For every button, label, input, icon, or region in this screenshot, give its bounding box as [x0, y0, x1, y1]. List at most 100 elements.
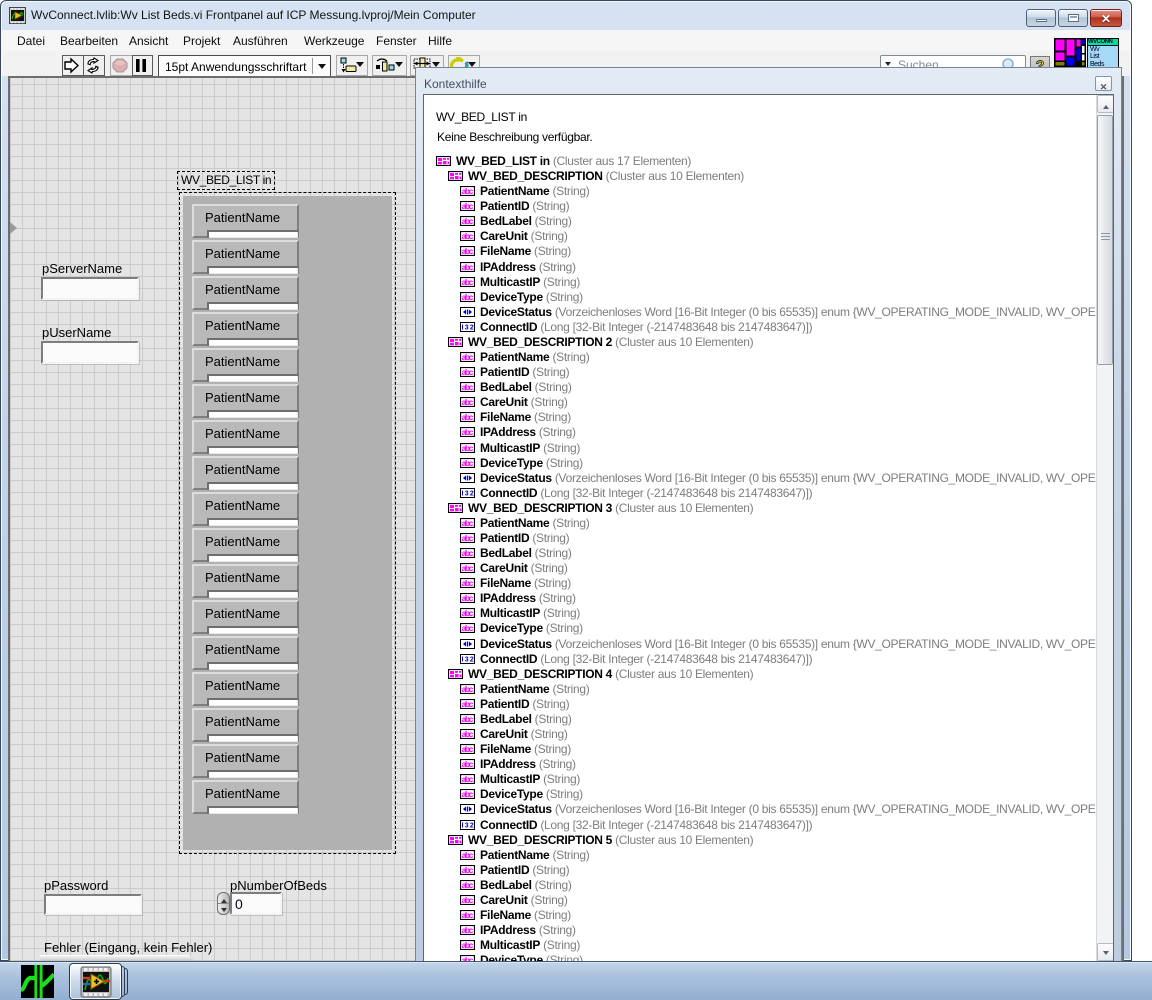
svg-text:abc: abc	[462, 789, 474, 799]
svg-text:abc: abc	[462, 352, 474, 362]
patient-name-field[interactable]	[207, 338, 298, 346]
tree-group-0: WV_BED_DESCRIPTION (Cluster aus 10 Eleme…	[447, 169, 744, 184]
menu-ausfhren[interactable]: Ausführen	[233, 32, 288, 50]
patient-name-label: PatientName	[205, 282, 281, 297]
menu-projekt[interactable]: Projekt	[183, 32, 220, 50]
context-help-close-icon: ✕	[1099, 82, 1108, 92]
patient-name-field[interactable]	[207, 698, 298, 706]
patient-name-field[interactable]	[207, 230, 298, 238]
patient-name-label: PatientName	[205, 750, 281, 765]
patient-name-label: PatientName	[205, 246, 281, 261]
bed-item-11: PatientName	[192, 600, 299, 634]
taskbar-active-window-button[interactable]	[69, 963, 128, 1000]
patient-name-field[interactable]	[207, 446, 298, 454]
menu-fenster[interactable]: Fenster	[376, 32, 417, 50]
password-label: pPassword	[44, 878, 109, 893]
menu-bar: Datei Bearbeiten Ansicht Projekt Ausführen We…	[2, 30, 1130, 51]
context-help-close-button[interactable]: ✕	[1095, 76, 1112, 92]
patient-name-field[interactable]	[207, 266, 298, 274]
distribute-objects-button[interactable]	[372, 55, 407, 76]
bed-item-0: PatientName	[192, 204, 299, 238]
maximize-button[interactable]	[1058, 9, 1088, 27]
user-name-field[interactable]	[41, 341, 139, 364]
patient-name-field[interactable]	[207, 770, 298, 778]
run-continuously-button[interactable]	[83, 55, 105, 76]
patient-name-field[interactable]	[207, 482, 298, 490]
menu-hilfe[interactable]: Hilfe	[428, 32, 452, 50]
enum-icon	[460, 472, 475, 487]
font-dropdown-icon	[318, 64, 326, 73]
menu-datei[interactable]: Datei	[17, 32, 45, 50]
bed-item-6: PatientName	[192, 420, 299, 454]
bed-item-2: PatientName	[192, 276, 299, 310]
abort-button[interactable]	[110, 55, 132, 76]
title-bar[interactable]: WvConnect.lvlib:Wv List Beds.vi Frontpan…	[0, 0, 1132, 30]
patient-name-field[interactable]	[207, 374, 298, 382]
align-objects-button[interactable]	[336, 55, 368, 76]
patient-name-field[interactable]	[207, 302, 298, 310]
decrement-button[interactable]	[218, 904, 229, 915]
vi-icon-header: WVCONN	[1088, 39, 1118, 46]
server-name-field[interactable]	[41, 277, 139, 300]
svg-text:abc: abc	[462, 744, 474, 754]
run-button[interactable]	[62, 55, 83, 76]
decrement-icon	[220, 907, 227, 915]
tree-root: WV_BED_LIST in (Cluster aus 17 Elementen…	[435, 154, 691, 170]
patient-name-label: PatientName	[205, 498, 281, 513]
tree-field-3-7: abc DeviceType (String)	[459, 787, 583, 801]
svg-text:abc: abc	[462, 684, 474, 694]
patient-name-field[interactable]	[207, 734, 298, 742]
tree-field-3-6: abc MulticastIP (String)	[459, 772, 581, 786]
svg-text:abc: abc	[462, 714, 474, 724]
string-icon: abc	[459, 517, 476, 532]
patient-name-field[interactable]	[207, 626, 298, 634]
patient-name-field[interactable]	[207, 410, 298, 418]
pause-button[interactable]	[132, 55, 153, 76]
patient-name-field[interactable]	[207, 590, 298, 598]
svg-text:abc: abc	[462, 427, 474, 437]
font-selector[interactable]: 15pt Anwendungsschriftart	[158, 55, 331, 77]
bed-list-cluster-label[interactable]: WV_BED_LIST in	[177, 171, 276, 190]
number-of-beds-field[interactable]: 0	[230, 892, 282, 915]
context-help-scrollbar[interactable]	[1096, 95, 1113, 961]
close-button[interactable]: ✕	[1090, 9, 1122, 27]
error-in-label: Fehler (Eingang, kein Fehler)	[44, 940, 213, 955]
maximize-icon	[1068, 14, 1079, 22]
minimize-button[interactable]	[1026, 9, 1056, 27]
scrollbar-thumb[interactable]	[1097, 115, 1113, 365]
svg-text:abc: abc	[462, 277, 474, 287]
tree-field-2-3: abc CareUnit (String)	[459, 561, 568, 575]
patient-name-field[interactable]	[207, 518, 298, 526]
svg-text:abc: abc	[462, 925, 474, 935]
string-icon: abc	[459, 622, 476, 637]
bed-item-16: PatientName	[192, 780, 299, 814]
svg-text:abc: abc	[462, 623, 474, 633]
cluster-icon	[435, 155, 452, 170]
menu-werkzeuge[interactable]: Werkzeuge	[304, 32, 364, 50]
number-of-beds-spinner[interactable]	[217, 892, 230, 915]
password-field[interactable]	[44, 894, 142, 915]
i32-icon: I32	[460, 819, 475, 834]
vi-icon[interactable]: WVCONN Wv List Beds	[1087, 38, 1119, 70]
patient-name-field[interactable]	[207, 662, 298, 670]
tree-field-4-0: abc PatientName (String)	[459, 848, 590, 862]
svg-text:abc: abc	[462, 292, 474, 302]
cluster-icon	[447, 336, 464, 351]
string-icon: abc	[459, 547, 476, 562]
patient-name-field[interactable]	[207, 554, 298, 562]
increment-button[interactable]	[218, 893, 229, 904]
string-icon: abc	[459, 939, 476, 954]
taskbar-labview-icon[interactable]	[20, 965, 56, 1000]
menu-ansicht[interactable]: Ansicht	[129, 32, 168, 50]
tree-field-3-3: abc CareUnit (String)	[459, 727, 568, 741]
scroll-up-button[interactable]	[1097, 95, 1113, 113]
string-icon: abc	[459, 577, 476, 592]
tree-field-4-5: abc IPAddress (String)	[459, 923, 576, 937]
bed-list-cluster[interactable]: PatientName PatientName PatientName Patient…	[179, 192, 396, 854]
tree-field-1-9: I32 ConnectID (Long [32-Bit Integer (-214…	[460, 486, 813, 500]
patient-name-field[interactable]	[207, 806, 298, 814]
menu-bearbeiten[interactable]: Bearbeiten	[60, 32, 118, 50]
scroll-down-button[interactable]	[1097, 943, 1113, 961]
string-icon: abc	[459, 411, 476, 426]
string-icon: abc	[459, 276, 476, 291]
